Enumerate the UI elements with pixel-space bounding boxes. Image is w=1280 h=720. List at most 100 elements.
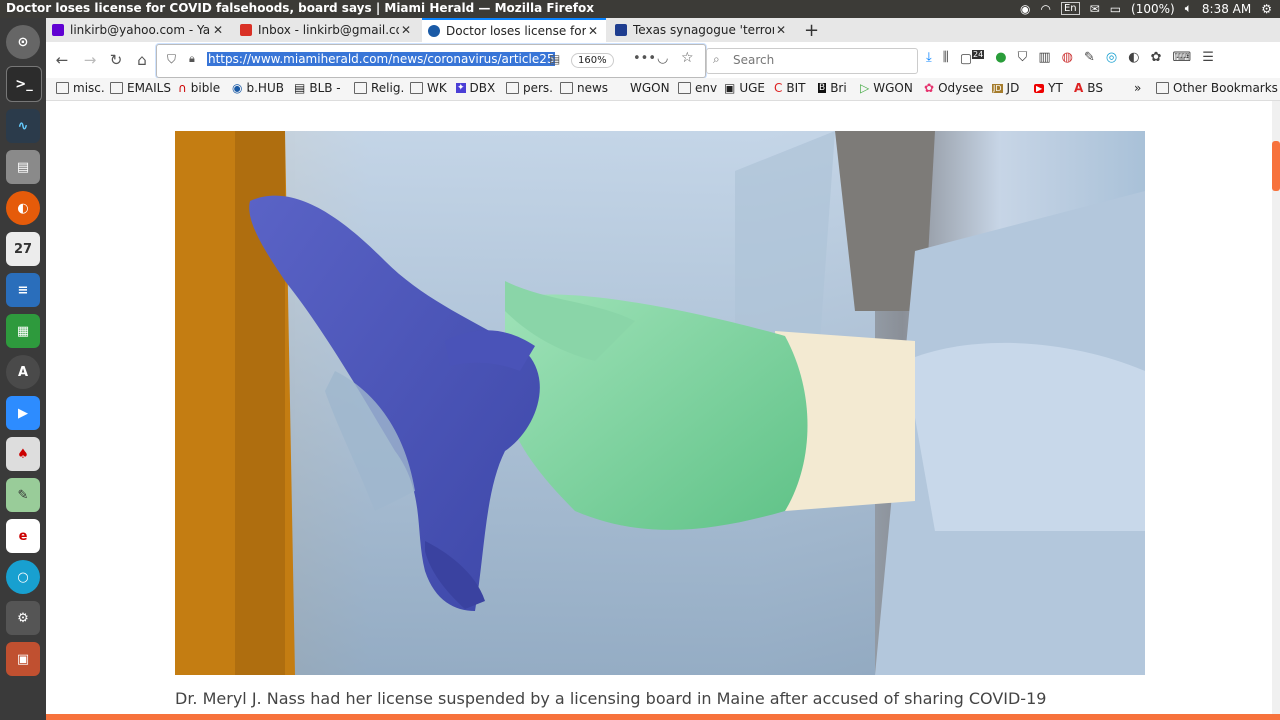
power-icon[interactable]: ⚙: [1261, 2, 1272, 16]
cards-icon[interactable]: ♠: [6, 437, 40, 471]
other-bookmarks[interactable]: Other Bookmarks: [1156, 81, 1278, 95]
tracking-protection-icon[interactable]: ⛉: [167, 52, 176, 67]
bookmark-star-icon[interactable]: ☆: [681, 50, 694, 66]
bookmark-emails[interactable]: EMAILS: [110, 81, 171, 95]
dbx-icon: ✦: [456, 83, 466, 93]
chromium-icon[interactable]: ⊙: [6, 25, 40, 59]
page-scrollbar[interactable]: [1272, 101, 1280, 720]
tab-gmail[interactable]: Inbox - linkirb@gmail.com ✕: [234, 18, 419, 42]
article-photo[interactable]: [175, 131, 1145, 675]
bookmark-yt[interactable]: ▶ YT: [1034, 81, 1063, 95]
archive-icon[interactable]: ▣: [6, 642, 40, 676]
pen-icon[interactable]: ✎: [1084, 50, 1095, 66]
lock-icon[interactable]: 🔒︎: [189, 52, 195, 66]
firefox-icon[interactable]: ◐: [6, 191, 40, 225]
bookmark-misc[interactable]: misc.: [56, 81, 105, 95]
odysee-icon: ✿: [924, 81, 935, 95]
folder-icon: [354, 82, 367, 94]
bookmark-wgon-2[interactable]: ▷ WGON: [860, 81, 913, 95]
article-photo-image: [175, 131, 1145, 675]
terminal-icon[interactable]: >_: [6, 66, 42, 102]
bookmark-bible[interactable]: ∩ bible: [178, 81, 220, 95]
shield-icon[interactable]: ⛉: [1018, 50, 1028, 66]
extension-misc-icon[interactable]: ✿: [1151, 50, 1162, 66]
keyboard-layout[interactable]: En: [1060, 2, 1080, 15]
bookmark-uge[interactable]: ▣ UGE: [724, 81, 765, 95]
calendar-icon[interactable]: 27: [6, 232, 40, 266]
back-button[interactable]: ←: [52, 50, 72, 70]
bookmarks-overflow-icon[interactable]: »: [1134, 81, 1141, 95]
wifi-icon[interactable]: ◠: [1040, 2, 1050, 16]
search-input[interactable]: ⌕ Search: [706, 48, 918, 74]
bookmark-env[interactable]: env: [678, 81, 717, 95]
mail-icon[interactable]: ✉: [1090, 2, 1100, 16]
system-tray: ◉ ◠ En ✉ ▭ (100%) 🔈︎ 8:38 AM ⚙: [1020, 1, 1272, 16]
settings-icon[interactable]: ⚙: [6, 601, 40, 635]
menu-icon[interactable]: ☰: [1202, 50, 1214, 66]
folder-icon: [678, 82, 691, 94]
close-tab-icon[interactable]: ✕: [211, 23, 225, 37]
edocs-icon[interactable]: e: [6, 519, 40, 553]
more-actions-icon[interactable]: •••: [633, 51, 656, 66]
url-bar[interactable]: ⛉ 🔒︎ https://www.miamiherald.com/news/co…: [156, 44, 706, 78]
page-bottom-bar: [46, 714, 1280, 720]
downloads-badge: 24: [972, 50, 985, 59]
url-text[interactable]: https://www.miamiherald.com/news/coronav…: [207, 52, 556, 66]
tab-bar: linkirb@yahoo.com - Yah ✕ Inbox - linkir…: [46, 18, 1280, 42]
software-updater-icon[interactable]: A: [6, 355, 40, 389]
bookmark-pers[interactable]: pers.: [506, 81, 553, 95]
editor-icon[interactable]: ✎: [6, 478, 40, 512]
download-icon[interactable]: ⤓: [926, 50, 932, 66]
scrollbar-thumb[interactable]: [1272, 141, 1280, 191]
writer-icon[interactable]: ≡: [6, 273, 40, 307]
reload-button[interactable]: ↻: [106, 50, 126, 70]
zoom-level[interactable]: 160%: [571, 53, 614, 68]
tab-label: linkirb@yahoo.com - Yah: [70, 23, 211, 37]
yahoo-favicon-icon: [52, 24, 64, 36]
bookmark-wgon[interactable]: WGON: [630, 81, 670, 95]
close-tab-icon[interactable]: ✕: [586, 24, 600, 38]
bookmark-label: Other Bookmarks: [1173, 81, 1278, 95]
bookmark-odysee[interactable]: ✿ Odysee: [924, 81, 983, 95]
extension-green-icon[interactable]: ●: [995, 50, 1006, 66]
files-icon[interactable]: ▤: [6, 150, 40, 184]
extension-blue-icon[interactable]: ◎: [1106, 50, 1117, 66]
tab-yahoo[interactable]: linkirb@yahoo.com - Yah ✕: [46, 18, 231, 42]
bookmark-bhub[interactable]: ◉ b.HUB: [232, 81, 284, 95]
bookmark-relig[interactable]: Relig.: [354, 81, 404, 95]
bookmark-label: Odysee: [938, 81, 984, 95]
system-monitor-icon[interactable]: ∿: [6, 109, 40, 143]
new-tab-button[interactable]: +: [804, 20, 819, 41]
bookmark-dbx[interactable]: ✦ DBX: [456, 81, 495, 95]
volume-icon[interactable]: 🔈︎: [1185, 1, 1192, 16]
bookmark-bri[interactable]: B Bri: [818, 81, 847, 95]
tab-texas-synagogue[interactable]: Texas synagogue 'terrori ✕: [609, 18, 794, 42]
globe-icon[interactable]: ○: [6, 560, 40, 594]
bookmark-wk[interactable]: WK: [410, 81, 447, 95]
bookmark-news[interactable]: news: [560, 81, 608, 95]
youtube-icon: ▶: [1034, 83, 1045, 93]
home-button[interactable]: ⌂: [132, 50, 152, 70]
sidebar-icon[interactable]: ▥: [1038, 50, 1050, 66]
bookmark-bs[interactable]: A BS: [1074, 81, 1103, 95]
close-tab-icon[interactable]: ✕: [399, 23, 413, 37]
library-icon[interactable]: ⫼: [943, 50, 949, 66]
bookmark-jd[interactable]: JD JD: [992, 81, 1019, 95]
extension-badge-icon[interactable]: ▢24: [960, 50, 985, 66]
forward-button[interactable]: →: [80, 50, 100, 70]
extension-dark-icon[interactable]: ◐: [1128, 50, 1139, 66]
bookmark-bit[interactable]: C BIT: [774, 81, 806, 95]
dropbox-icon[interactable]: ◉: [1020, 2, 1030, 16]
folder-icon: [110, 82, 123, 94]
pocket-icon[interactable]: ◡: [657, 51, 668, 66]
close-tab-icon[interactable]: ✕: [774, 23, 788, 37]
extension-red-icon[interactable]: ◍: [1062, 50, 1073, 66]
tab-miami-herald[interactable]: Doctor loses license for C ✕: [422, 18, 606, 42]
keyboard-icon[interactable]: ⌨: [1172, 50, 1191, 66]
battery-icon[interactable]: ▭: [1110, 2, 1121, 16]
clock[interactable]: 8:38 AM: [1202, 2, 1251, 16]
zoom-icon[interactable]: ▶: [6, 396, 40, 430]
calc-icon[interactable]: ▦: [6, 314, 40, 348]
bookmark-blb[interactable]: ▤ BLB -: [294, 81, 341, 95]
reader-view-icon[interactable]: ▤: [549, 52, 560, 66]
